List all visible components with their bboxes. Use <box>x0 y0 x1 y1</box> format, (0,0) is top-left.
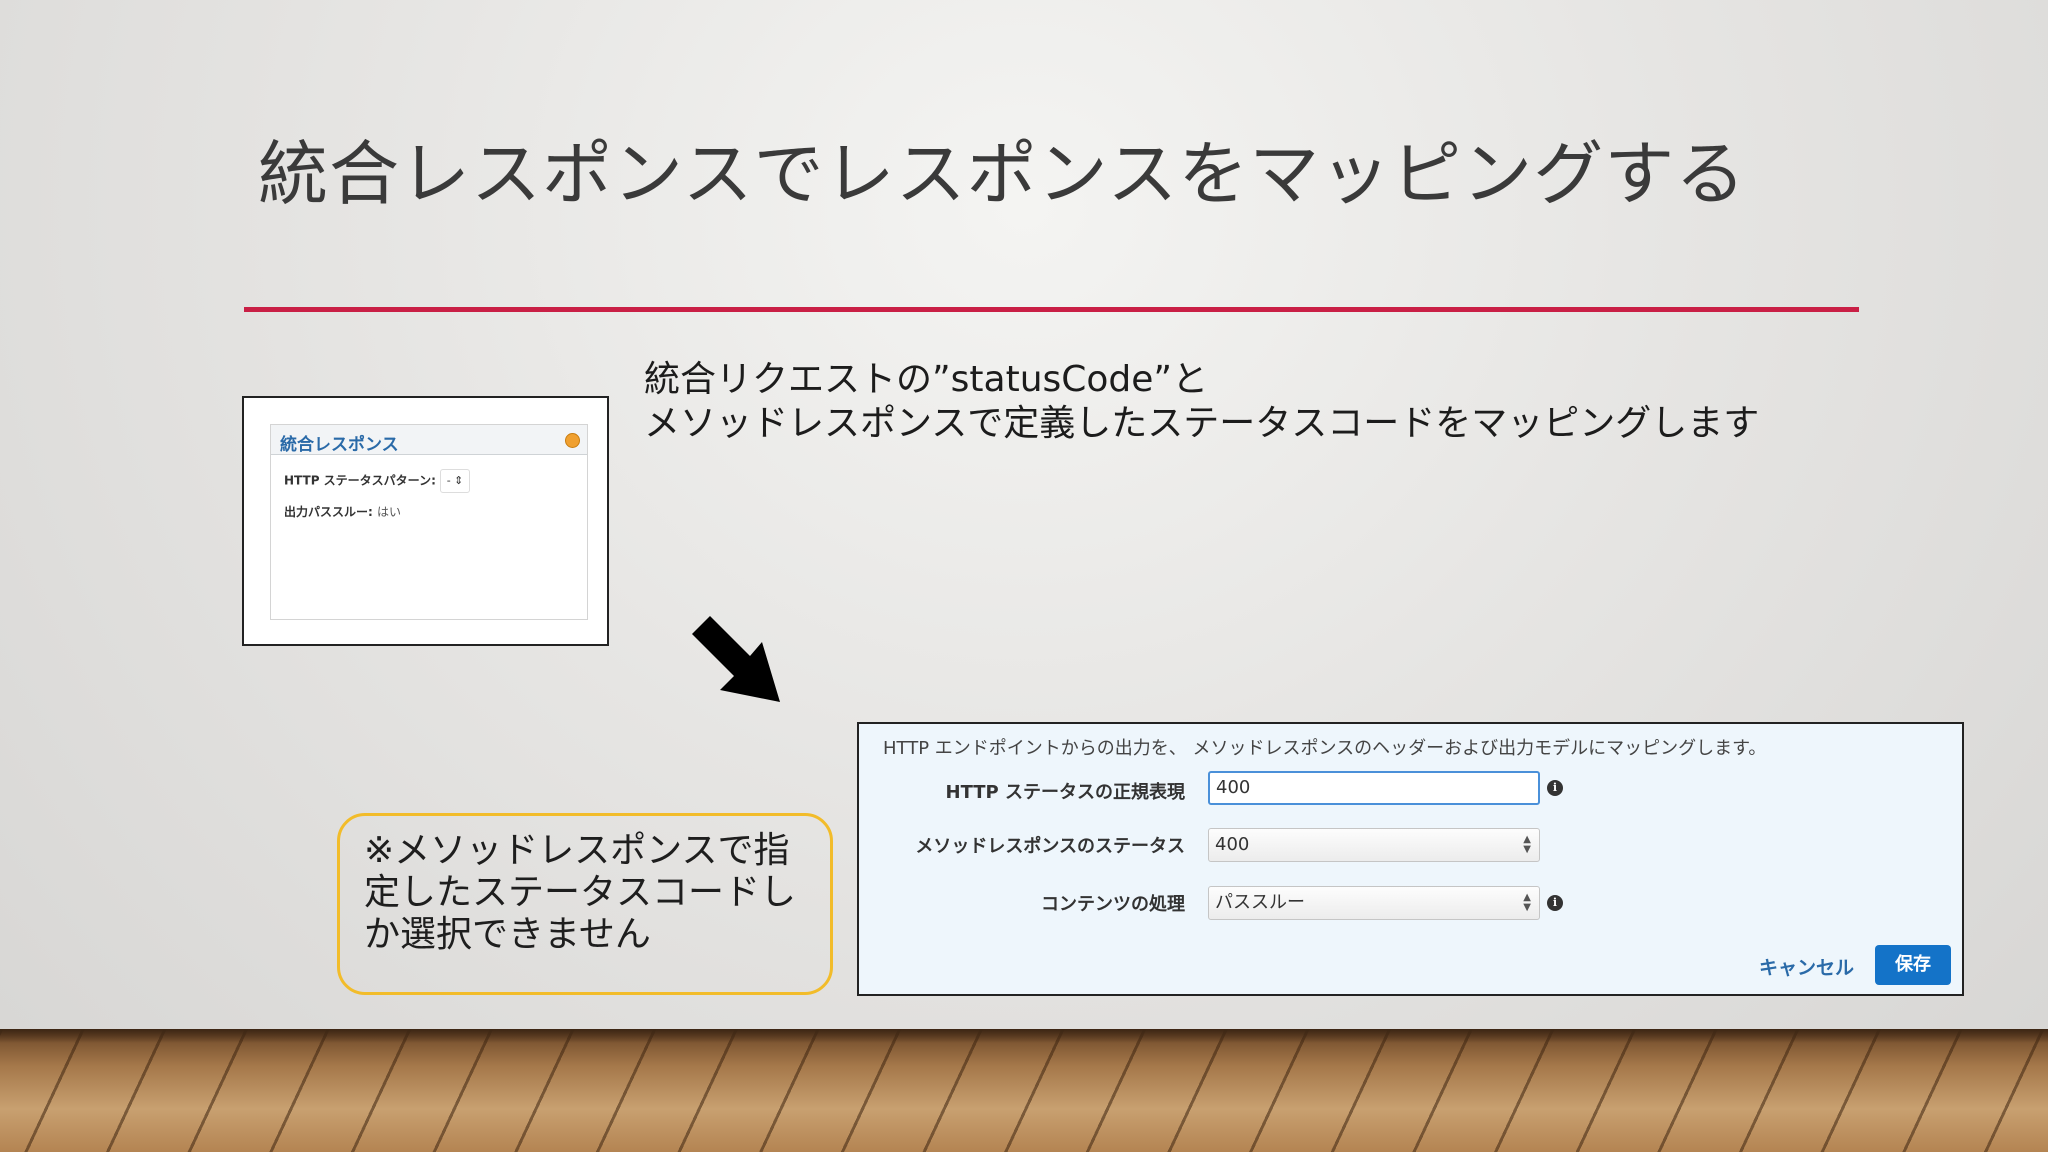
slide: 統合レスポンスでレスポンスをマッピングする 統合リクエストの”statusCod… <box>0 0 2048 1152</box>
mapping-intro: HTTP エンドポイントからの出力を、 メソッドレスポンスのヘッダーおよび出力モ… <box>883 738 1767 759</box>
status-pattern-select[interactable]: - ⇕ <box>440 469 471 493</box>
cancel-button[interactable]: キャンセル <box>1759 953 1854 980</box>
passthrough-value: はい <box>377 505 402 519</box>
description: 統合リクエストの”statusCode”と メソッドレスポンスで定義したステータ… <box>644 358 1759 446</box>
status-pattern-label: HTTP ステータスパターン: <box>284 473 436 488</box>
method-response-mapping-screenshot: HTTP エンドポイントからの出力を、 メソッドレスポンスのヘッダーおよび出力モ… <box>857 722 1964 996</box>
slide-title: 統合レスポンスでレスポンスをマッピングする <box>258 133 1747 215</box>
regex-label: HTTP ステータスの正規表現 <box>945 782 1186 803</box>
passthrough-row: 出力パススルー: はい <box>284 503 401 520</box>
integration-response-panel: 統合レスポンス HTTP ステータスパターン: - ⇕ 出力パススルー: はい <box>270 424 588 620</box>
info-icon[interactable]: i <box>1547 780 1563 796</box>
status-pattern-row: HTTP ステータスパターン: - ⇕ <box>284 469 471 493</box>
status-pattern-value: - <box>446 474 451 487</box>
wood-floor <box>0 1029 2048 1152</box>
content-handling-label: コンテンツの処理 <box>1041 894 1185 915</box>
note-callout: ※メソッドレスポンスで指定したステータスコードしか選択できません <box>337 813 833 995</box>
content-handling-value: パススルー <box>1215 892 1305 913</box>
title-divider <box>244 307 1859 312</box>
arrow-down-right-icon <box>692 616 780 702</box>
regex-input[interactable]: 400 <box>1208 771 1540 805</box>
method-status-value: 400 <box>1215 834 1250 855</box>
method-status-select[interactable]: 400 ▲ ▼ <box>1208 828 1540 862</box>
info-icon[interactable]: i <box>1547 895 1563 911</box>
floor-shadow <box>0 1029 2048 1043</box>
save-button[interactable]: 保存 <box>1875 945 1951 985</box>
description-line-2: メソッドレスポンスで定義したステータスコードをマッピングします <box>644 403 1760 444</box>
description-line-1: 統合リクエストの”statusCode”と <box>644 359 1209 400</box>
note-text: ※メソッドレスポンスで指定したステータスコードしか選択できません <box>364 830 797 955</box>
panel-title[interactable]: 統合レスポンス <box>280 430 399 455</box>
passthrough-label: 出力パススルー: <box>284 505 373 519</box>
method-status-label: メソッドレスポンスのステータス <box>915 836 1185 857</box>
select-arrows-icon: ▲ ▼ <box>1523 892 1531 913</box>
integration-response-screenshot: 統合レスポンス HTTP ステータスパターン: - ⇕ 出力パススルー: はい <box>242 396 609 646</box>
select-arrows-icon: ▲ ▼ <box>1523 834 1531 855</box>
expand-icon[interactable] <box>565 433 580 448</box>
content-handling-select[interactable]: パススルー ▲ ▼ <box>1208 886 1540 920</box>
panel-header: 統合レスポンス <box>271 425 587 455</box>
